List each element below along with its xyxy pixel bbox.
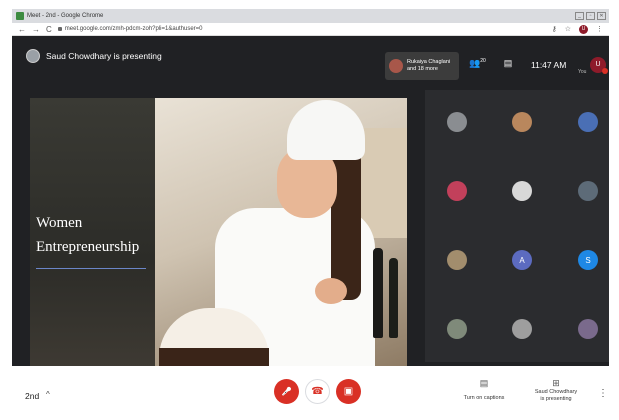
restore-icon[interactable]: ▫ xyxy=(586,12,595,20)
url-text: meet.google.com/zmh-pdcm-zoh?pli=1&authu… xyxy=(64,26,203,32)
browser-menu-icon[interactable]: ⋮ xyxy=(596,25,603,33)
presentation-slide: Women Entrepreneurship xyxy=(30,98,407,369)
tab-title: Meet - 2nd - Google Chrome xyxy=(27,13,104,19)
participant-tile[interactable] xyxy=(512,112,532,132)
meet-top-bar: Saud Chowdhary is presenting xyxy=(12,36,609,76)
forward-arrow-icon[interactable]: → xyxy=(32,25,40,34)
present-line2: is presenting xyxy=(540,396,572,402)
participant-tile[interactable] xyxy=(578,181,598,201)
participant-tile[interactable] xyxy=(447,112,467,132)
clock: 11:47 AM xyxy=(531,60,567,70)
meet-favicon-icon xyxy=(16,12,24,20)
browser-titlebar: Meet - 2nd - Google Chrome _ ▫ ✕ xyxy=(12,9,609,23)
chevron-up-icon[interactable]: ^ xyxy=(46,390,50,399)
star-icon[interactable]: ☆ xyxy=(565,25,571,33)
chef-photo xyxy=(155,98,407,369)
address-bar: ← → C meet.google.com/zmh-pdcm-zoh?pli=1… xyxy=(12,23,609,36)
present-line1: Saud Chowdhary xyxy=(534,389,578,395)
camera-toggle-button[interactable]: ▣ xyxy=(336,379,361,404)
lock-icon xyxy=(57,27,62,31)
mic-off-indicator-icon xyxy=(602,68,608,74)
participant-tile[interactable] xyxy=(512,319,532,339)
captions-button[interactable]: ▤ Turn on captions xyxy=(460,378,508,402)
camera-off-icon: ▣ xyxy=(343,386,354,397)
chef-hat-image xyxy=(287,100,365,160)
url-field[interactable]: meet.google.com/zmh-pdcm-zoh?pli=1&authu… xyxy=(57,26,203,32)
pip-line2: and 18 more xyxy=(407,66,438,72)
more-options-icon[interactable]: ⋮ xyxy=(598,388,608,399)
pip-caption: Rukaiya Chaglani and 18 more xyxy=(407,59,450,73)
hand-image xyxy=(315,278,347,304)
slide-title: Women Entrepreneurship xyxy=(36,211,139,259)
pip-thumbnail xyxy=(389,59,403,73)
toolbar-right: ⚷ ☆ U ⋮ xyxy=(552,24,603,34)
mic-toggle-button[interactable]: 🎤 xyxy=(274,379,299,404)
hangup-icon: ☎ xyxy=(311,386,324,397)
present-icon: ⊞ xyxy=(552,378,560,388)
key-icon[interactable]: ⚷ xyxy=(552,25,557,33)
participant-tile[interactable] xyxy=(447,250,467,270)
bottom-control-bar: 2nd ^ 🎤 ☎ ▣ ▤ Turn on captions ⊞ Saud Ch… xyxy=(12,366,609,420)
leave-call-button[interactable]: ☎ xyxy=(305,379,330,404)
participant-grid: A S xyxy=(425,90,609,362)
participant-tile[interactable]: A xyxy=(512,250,532,270)
participant-tile[interactable] xyxy=(512,181,532,201)
you-label: You xyxy=(578,69,587,75)
profile-avatar[interactable]: U xyxy=(579,24,588,34)
participant-tile[interactable] xyxy=(578,112,598,132)
back-arrow-icon[interactable]: ← xyxy=(18,25,26,34)
top-icons: 👥20 ▤ xyxy=(469,58,512,69)
slide-title-line2: Entrepreneurship xyxy=(36,239,140,255)
participants-icon[interactable]: 👥20 xyxy=(469,58,486,69)
present-now-button[interactable]: ⊞ Saud Chowdhary is presenting xyxy=(529,378,583,403)
page: Meet - 2nd - Google Chrome _ ▫ ✕ ← → C m… xyxy=(0,0,619,420)
meet-stage: Saud Chowdhary is presenting Rukaiya Cha… xyxy=(12,36,609,369)
captions-label: Turn on captions xyxy=(463,395,505,401)
mic-off-icon: 🎤 xyxy=(281,387,292,396)
participant-tile[interactable] xyxy=(447,181,467,201)
close-icon[interactable]: ✕ xyxy=(597,12,606,20)
participant-tile[interactable] xyxy=(447,319,467,339)
slide-title-line1: Women xyxy=(36,215,83,231)
minimize-icon[interactable]: _ xyxy=(575,12,584,20)
pip-line1: Rukaiya Chaglani xyxy=(407,59,451,65)
presenting-label: Saud Chowdhary is presenting xyxy=(46,51,162,61)
participants-count: 20 xyxy=(480,58,486,64)
window-controls: _ ▫ ✕ xyxy=(575,12,606,20)
nav-buttons: ← → C xyxy=(12,25,58,34)
chat-icon[interactable]: ▤ xyxy=(504,58,513,69)
meeting-name[interactable]: 2nd xyxy=(25,391,39,401)
participant-tile[interactable]: S xyxy=(578,250,598,270)
self-view-tile[interactable]: Rukaiya Chaglani and 18 more xyxy=(385,52,459,80)
bottle-image xyxy=(389,258,398,338)
presenter-avatar xyxy=(26,49,40,63)
reload-icon[interactable]: C xyxy=(46,25,52,34)
slide-divider xyxy=(36,268,146,269)
bottle-image xyxy=(373,248,383,338)
participant-tile[interactable] xyxy=(578,319,598,339)
captions-icon: ▤ xyxy=(479,378,489,388)
